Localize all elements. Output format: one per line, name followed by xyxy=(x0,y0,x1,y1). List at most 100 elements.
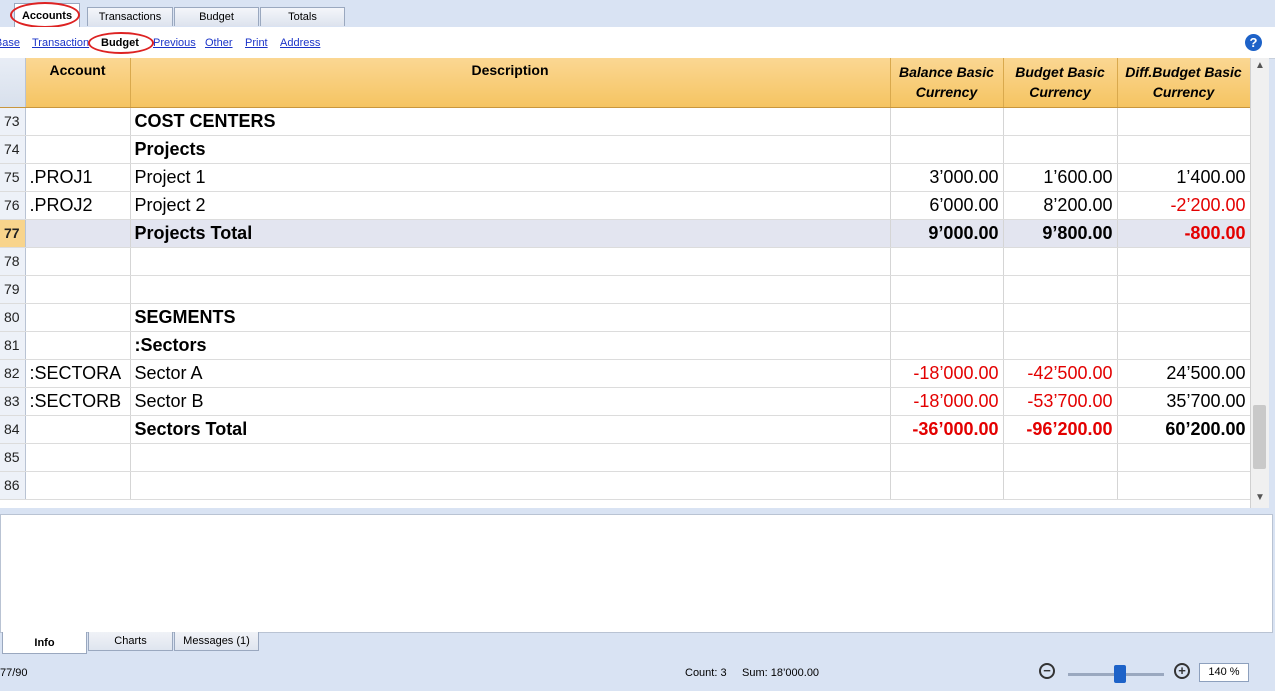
account-cell[interactable] xyxy=(25,247,131,276)
diff-cell[interactable]: -2’200.00 xyxy=(1117,191,1250,220)
diff-cell[interactable] xyxy=(1117,107,1250,136)
diff-cell[interactable] xyxy=(1117,471,1250,500)
description-cell[interactable] xyxy=(130,471,891,500)
description-cell[interactable]: Project 2 xyxy=(130,191,891,220)
tab-budget[interactable]: Budget xyxy=(174,7,259,26)
account-cell[interactable]: .PROJ2 xyxy=(25,191,131,220)
budget-cell[interactable] xyxy=(1003,331,1118,360)
balance-cell[interactable]: 9’000.00 xyxy=(890,219,1004,248)
column-header-budget[interactable]: Budget Basic Currency xyxy=(1003,58,1118,108)
zoom-level-field[interactable]: 140 % xyxy=(1199,663,1249,682)
view-link-transaction[interactable]: Transaction xyxy=(32,37,89,49)
balance-cell[interactable] xyxy=(890,247,1004,276)
description-cell[interactable]: Sectors Total xyxy=(130,415,891,444)
column-header-diff-line2: Currency xyxy=(1152,84,1215,100)
description-cell[interactable] xyxy=(130,275,891,304)
balance-cell[interactable]: 3’000.00 xyxy=(890,163,1004,192)
account-cell[interactable] xyxy=(25,135,131,164)
diff-cell[interactable]: 1’400.00 xyxy=(1117,163,1250,192)
column-header-balance[interactable]: Balance Basic Currency xyxy=(890,58,1004,108)
account-cell[interactable] xyxy=(25,275,131,304)
zoom-in-icon[interactable]: + xyxy=(1174,663,1190,679)
description-cell[interactable]: Sector B xyxy=(130,387,891,416)
budget-cell[interactable]: -53’700.00 xyxy=(1003,387,1118,416)
account-cell[interactable]: .PROJ1 xyxy=(25,163,131,192)
column-header-description[interactable]: Description xyxy=(130,58,891,108)
description-cell[interactable] xyxy=(130,443,891,472)
account-cell[interactable] xyxy=(25,303,131,332)
diff-cell[interactable]: -800.00 xyxy=(1117,219,1250,248)
column-header-diff[interactable]: Diff.Budget Basic Currency xyxy=(1117,58,1250,108)
description-cell[interactable]: SEGMENTS xyxy=(130,303,891,332)
view-link-other[interactable]: Other xyxy=(205,37,233,49)
diff-cell[interactable]: 35’700.00 xyxy=(1117,387,1250,416)
description-cell[interactable]: Sector A xyxy=(130,359,891,388)
account-cell[interactable]: :SECTORB xyxy=(25,387,131,416)
scroll-up-arrow-icon[interactable]: ▲ xyxy=(1251,58,1269,74)
diff-cell[interactable] xyxy=(1117,303,1250,332)
tab-totals[interactable]: Totals xyxy=(260,7,345,26)
scroll-down-arrow-icon[interactable]: ▼ xyxy=(1251,490,1269,506)
balance-cell[interactable]: -36’000.00 xyxy=(890,415,1004,444)
view-link-address[interactable]: Address xyxy=(280,37,320,49)
budget-cell[interactable] xyxy=(1003,247,1118,276)
budget-cell[interactable] xyxy=(1003,471,1118,500)
tab-info[interactable]: Info xyxy=(2,632,87,654)
budget-cell[interactable] xyxy=(1003,303,1118,332)
diff-cell[interactable]: 24’500.00 xyxy=(1117,359,1250,388)
account-cell[interactable] xyxy=(25,415,131,444)
description-cell[interactable]: :Sectors xyxy=(130,331,891,360)
description-cell[interactable]: Project 1 xyxy=(130,163,891,192)
diff-cell[interactable] xyxy=(1117,275,1250,304)
column-header-account[interactable]: Account xyxy=(25,58,131,108)
help-icon[interactable]: ? xyxy=(1245,34,1262,51)
account-cell[interactable] xyxy=(25,107,131,136)
account-cell[interactable] xyxy=(25,219,131,248)
budget-cell[interactable]: 1’600.00 xyxy=(1003,163,1118,192)
diff-cell[interactable] xyxy=(1117,443,1250,472)
account-cell[interactable]: :SECTORA xyxy=(25,359,131,388)
account-cell[interactable] xyxy=(25,443,131,472)
balance-cell[interactable] xyxy=(890,471,1004,500)
budget-cell[interactable] xyxy=(1003,443,1118,472)
diff-cell[interactable]: 60’200.00 xyxy=(1117,415,1250,444)
balance-cell[interactable] xyxy=(890,275,1004,304)
description-cell[interactable] xyxy=(130,247,891,276)
budget-cell[interactable]: -96’200.00 xyxy=(1003,415,1118,444)
tab-accounts[interactable]: Accounts xyxy=(14,3,80,27)
description-cell[interactable]: COST CENTERS xyxy=(130,107,891,136)
balance-cell[interactable]: -18’000.00 xyxy=(890,387,1004,416)
budget-cell[interactable] xyxy=(1003,135,1118,164)
tab-messages[interactable]: Messages (1) xyxy=(174,632,259,651)
diff-cell[interactable] xyxy=(1117,331,1250,360)
diff-cell[interactable] xyxy=(1117,247,1250,276)
balance-cell[interactable] xyxy=(890,107,1004,136)
balance-cell[interactable] xyxy=(890,331,1004,360)
zoom-slider-handle[interactable] xyxy=(1114,665,1126,683)
table-row: 82 :SECTORA Sector A -18’000.00 -42’500.… xyxy=(0,359,1250,388)
tab-transactions[interactable]: Transactions xyxy=(87,7,173,26)
budget-cell[interactable]: 9’800.00 xyxy=(1003,219,1118,248)
view-link-base[interactable]: Base xyxy=(0,37,20,49)
budget-cell[interactable]: -42’500.00 xyxy=(1003,359,1118,388)
account-cell[interactable] xyxy=(25,331,131,360)
view-link-print[interactable]: Print xyxy=(245,37,268,49)
balance-cell[interactable]: -18’000.00 xyxy=(890,359,1004,388)
balance-cell[interactable]: 6’000.00 xyxy=(890,191,1004,220)
tab-charts[interactable]: Charts xyxy=(88,632,173,651)
view-link-budget[interactable]: Budget xyxy=(101,37,139,49)
balance-cell[interactable] xyxy=(890,303,1004,332)
description-cell[interactable]: Projects Total xyxy=(130,219,891,248)
balance-cell[interactable] xyxy=(890,135,1004,164)
zoom-out-icon[interactable]: − xyxy=(1039,663,1055,679)
diff-cell[interactable] xyxy=(1117,135,1250,164)
scrollbar-thumb[interactable] xyxy=(1253,405,1266,469)
budget-cell[interactable] xyxy=(1003,107,1118,136)
vertical-scrollbar[interactable]: ▲ ▼ xyxy=(1250,58,1269,508)
balance-cell[interactable] xyxy=(890,443,1004,472)
view-link-previous[interactable]: Previous xyxy=(153,37,196,49)
description-cell[interactable]: Projects xyxy=(130,135,891,164)
budget-cell[interactable] xyxy=(1003,275,1118,304)
budget-cell[interactable]: 8’200.00 xyxy=(1003,191,1118,220)
account-cell[interactable] xyxy=(25,471,131,500)
